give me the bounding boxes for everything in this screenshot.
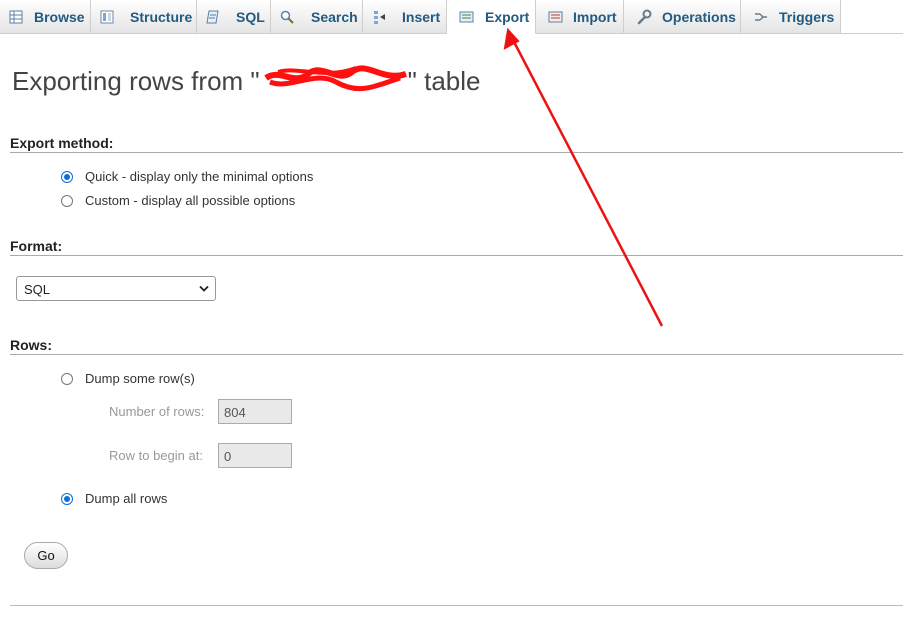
tab-insert[interactable]: Insert bbox=[363, 0, 447, 33]
search-icon bbox=[280, 10, 294, 24]
tab-label: Structure bbox=[130, 9, 193, 25]
dump-some-radio[interactable] bbox=[61, 372, 73, 385]
dump-all-rows-option[interactable]: Dump all rows bbox=[61, 491, 167, 506]
export-method-heading: Export method: bbox=[10, 135, 903, 153]
tab-sql[interactable]: SQL bbox=[197, 0, 271, 33]
redaction-scribble bbox=[263, 65, 407, 92]
tab-import[interactable]: Import bbox=[536, 0, 624, 33]
number-of-rows-label: Number of rows: bbox=[109, 404, 205, 419]
bottom-divider bbox=[10, 605, 903, 606]
tab-label: Operations bbox=[662, 9, 736, 25]
tab-operations[interactable]: Operations bbox=[624, 0, 741, 33]
format-selected-value: SQL bbox=[24, 282, 51, 297]
number-of-rows-input[interactable]: 804 bbox=[218, 399, 292, 424]
quick-label: Quick - display only the minimal options bbox=[85, 169, 314, 184]
dump-all-radio[interactable] bbox=[61, 492, 73, 505]
format-heading: Format: bbox=[10, 238, 903, 256]
format-select[interactable]: SQL bbox=[16, 276, 216, 301]
tab-label: Export bbox=[485, 9, 530, 25]
chevron-down-icon bbox=[199, 285, 209, 292]
rows-heading: Rows: bbox=[10, 337, 903, 355]
tab-export[interactable]: Export bbox=[447, 0, 536, 34]
dump-some-rows-option[interactable]: Dump some row(s) bbox=[61, 371, 195, 386]
redacted-table-name bbox=[260, 65, 408, 94]
page-title: Exporting rows from " " table bbox=[12, 64, 480, 97]
tab-label: Insert bbox=[402, 9, 441, 25]
page-title-prefix: Exporting rows from " bbox=[12, 66, 260, 96]
tab-label: Browse bbox=[34, 9, 85, 25]
tab-label: Import bbox=[573, 9, 617, 25]
row-begin-input[interactable]: 0 bbox=[218, 443, 292, 468]
go-button[interactable]: Go bbox=[24, 542, 68, 569]
tab-bar: Browse Structure SQL Search Insert Expor… bbox=[0, 0, 903, 34]
tab-label: SQL bbox=[236, 9, 265, 25]
tab-structure[interactable]: Structure bbox=[91, 0, 197, 33]
export-icon bbox=[459, 11, 474, 23]
dump-some-label: Dump some row(s) bbox=[85, 371, 195, 386]
custom-export-option[interactable]: Custom - display all possible options bbox=[61, 193, 295, 208]
browse-icon bbox=[9, 10, 23, 24]
import-icon bbox=[548, 11, 563, 23]
row-begin-label: Row to begin at: bbox=[109, 448, 203, 463]
tab-label: Triggers bbox=[779, 9, 835, 25]
sql-icon bbox=[206, 10, 219, 24]
structure-icon bbox=[100, 10, 114, 24]
insert-icon bbox=[374, 11, 385, 24]
dump-all-label: Dump all rows bbox=[85, 491, 168, 506]
quick-radio[interactable] bbox=[61, 170, 73, 183]
tab-triggers[interactable]: Triggers bbox=[741, 0, 841, 33]
triggers-icon bbox=[755, 13, 767, 21]
operations-icon bbox=[637, 9, 652, 25]
tab-search[interactable]: Search bbox=[271, 0, 363, 33]
tab-browse[interactable]: Browse bbox=[0, 0, 91, 33]
quick-export-option[interactable]: Quick - display only the minimal options bbox=[61, 169, 313, 184]
tab-label: Search bbox=[311, 9, 358, 25]
page-title-suffix: " table bbox=[407, 66, 481, 96]
custom-label: Custom - display all possible options bbox=[85, 193, 296, 208]
custom-radio[interactable] bbox=[61, 194, 73, 207]
